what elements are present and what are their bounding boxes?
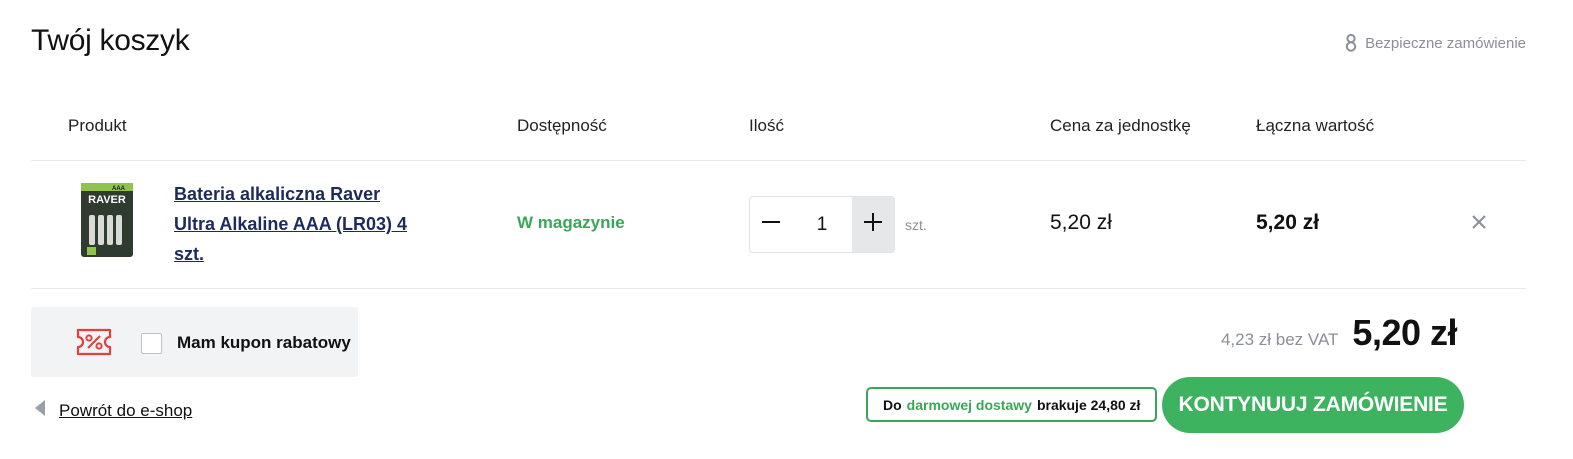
caret-left-icon bbox=[35, 400, 45, 421]
quantity-input[interactable]: 1 bbox=[792, 197, 852, 252]
item-total-price: 5,20 zł bbox=[1256, 211, 1320, 234]
remove-item-button[interactable] bbox=[1469, 214, 1489, 234]
shipping-highlight: darmowej dostawy bbox=[906, 396, 1032, 413]
quantity-stepper: 1 bbox=[749, 196, 895, 253]
shipping-prefix: Do bbox=[883, 396, 902, 413]
availability-status: W magazynie bbox=[517, 213, 625, 232]
back-to-shop-link[interactable]: Powrót do e-shop bbox=[35, 400, 192, 421]
header-unit-price: Cena za jednostkę bbox=[1050, 116, 1191, 135]
free-shipping-banner: Do darmowej dostawy brakuje 24,80 zł bbox=[866, 387, 1158, 422]
cart-table-header: Produkt Dostępność Ilość Cena za jednost… bbox=[31, 105, 1526, 161]
secure-order-label: Bezpieczne zamówienie bbox=[1365, 34, 1526, 52]
close-icon bbox=[1472, 214, 1486, 234]
product-image-size-text: AAA bbox=[112, 186, 126, 192]
back-to-shop-label[interactable]: Powrót do e-shop bbox=[59, 401, 192, 421]
discount-coupon-icon bbox=[76, 328, 112, 361]
header-availability: Dostępność bbox=[517, 116, 607, 135]
product-image-brand-text: RAVER bbox=[88, 194, 126, 206]
unit-price: 5,20 zł bbox=[1050, 211, 1112, 234]
decrease-quantity-button[interactable] bbox=[750, 197, 792, 252]
header-product: Produkt bbox=[68, 116, 127, 135]
minus-icon bbox=[761, 212, 781, 237]
lock-icon bbox=[1345, 33, 1357, 53]
continue-order-button[interactable]: KONTYNUUJ ZAMÓWIENIE bbox=[1162, 377, 1464, 433]
increase-quantity-button[interactable] bbox=[852, 197, 894, 252]
coupon-label[interactable]: Mam kupon rabatowy bbox=[177, 333, 351, 353]
shipping-suffix: brakuje 24,80 zł bbox=[1036, 396, 1141, 413]
net-price: 4,23 zł bez VAT bbox=[1220, 330, 1339, 349]
coupon-checkbox[interactable] bbox=[141, 333, 162, 354]
plus-icon bbox=[863, 212, 883, 237]
product-name-link[interactable]: Bateria alkaliczna Raver Ultra Alkaline … bbox=[174, 179, 414, 269]
quantity-unit: szt. bbox=[905, 217, 927, 233]
cart-item-row: AAA RAVER Bateria alkaliczna Raver Ultra… bbox=[31, 161, 1526, 289]
secure-order-badge: Bezpieczne zamówienie bbox=[1345, 33, 1526, 53]
header-total: Łączna wartość bbox=[1256, 116, 1375, 135]
header-quantity: Ilość bbox=[749, 116, 784, 135]
grand-total: 5,20 zł bbox=[1352, 312, 1457, 353]
coupon-box: Mam kupon rabatowy bbox=[31, 307, 358, 377]
page-title: Twój koszyk bbox=[31, 24, 190, 57]
order-summary: 4,23 zł bez VAT 5,20 zł bbox=[1220, 312, 1458, 354]
product-image[interactable]: AAA RAVER bbox=[79, 181, 135, 259]
